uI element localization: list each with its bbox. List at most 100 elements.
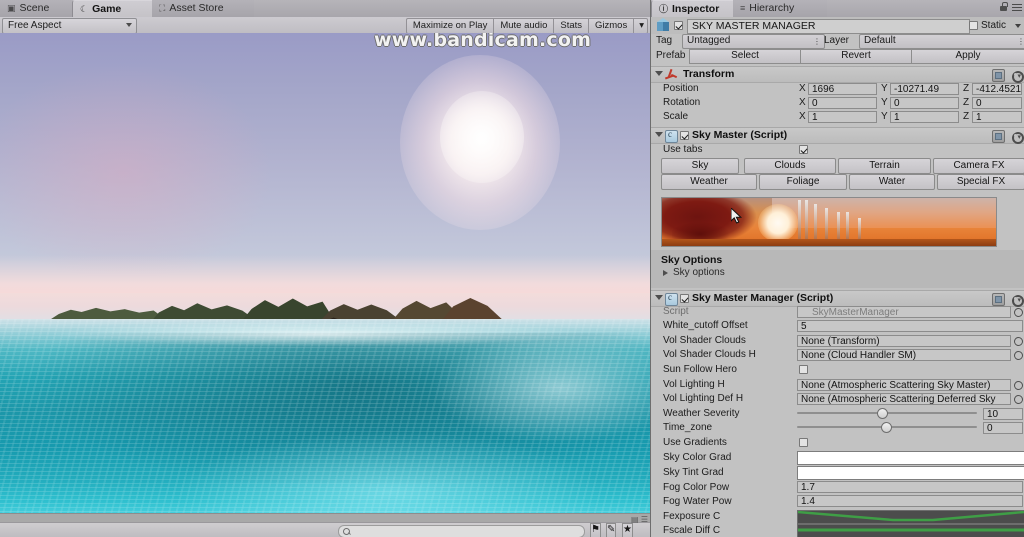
clouds-tab-button[interactable]: Clouds xyxy=(744,158,836,174)
gear-icon-3[interactable]: ▾ xyxy=(1010,293,1024,307)
bandicam-watermark: www.bandicam.com xyxy=(374,33,592,51)
foldout-arrow-icon-3[interactable] xyxy=(655,295,663,300)
foldout-arrow-icon[interactable] xyxy=(655,71,663,76)
script-property-value[interactable]: SkyMasterManager xyxy=(797,306,1011,318)
mute-audio-button[interactable]: Mute audio xyxy=(493,18,554,34)
vol-shader-clouds-h-input[interactable]: None (Cloud Handler SM) xyxy=(797,349,1011,361)
static-checkbox[interactable] xyxy=(969,20,978,30)
gizmos-dropdown-arrow[interactable]: ▾ xyxy=(633,18,648,34)
vol-shader-clouds-input[interactable]: None (Transform) xyxy=(797,335,1011,347)
object-header: SKY MASTER MANAGER Static xyxy=(651,17,1024,34)
fexposure-c-curve[interactable] xyxy=(797,510,1024,524)
gizmos-button[interactable]: Gizmos xyxy=(588,18,634,34)
object-picker-icon[interactable] xyxy=(1014,307,1023,317)
vol-lighting-h-input[interactable]: None (Atmospheric Scattering Sky Master) xyxy=(797,379,1011,391)
position-y-input[interactable]: -10271.49 xyxy=(890,83,959,95)
object-picker-icon-4[interactable] xyxy=(1014,380,1023,390)
tag-dropdown[interactable]: Untagged ⋮ xyxy=(682,34,825,49)
weather-severity-value[interactable]: 10 xyxy=(983,408,1023,420)
preview-light-shaft-5 xyxy=(837,212,840,240)
sky-color-grad-field[interactable] xyxy=(797,451,1024,465)
special-fx-tab-button[interactable]: Special FX xyxy=(937,174,1024,190)
fog-water-pow-input[interactable]: 1.4 xyxy=(797,495,1023,507)
time-zone-value[interactable]: 0 xyxy=(983,422,1023,434)
white-cutoff-offset-label: White_cutoff Offset xyxy=(663,320,748,331)
use-tabs-checkbox[interactable] xyxy=(799,145,808,157)
sun-follow-hero-label: Sun Follow Hero xyxy=(663,364,737,375)
weather-tab-button[interactable]: Weather xyxy=(661,174,757,190)
transform-scale-row: Scale X 1 Y 1 Z 1 xyxy=(651,110,1024,124)
scale-y-input[interactable]: 1 xyxy=(890,111,959,123)
rotation-y-input[interactable]: 0 xyxy=(890,97,959,109)
lock-icon[interactable] xyxy=(1000,2,1008,11)
static-dropdown-icon[interactable] xyxy=(1015,24,1021,28)
fog-color-pow-input[interactable]: 1.7 xyxy=(797,481,1023,493)
fscale-diff-c-curve[interactable] xyxy=(797,524,1024,537)
scale-z-input[interactable]: 1 xyxy=(972,111,1022,123)
sky-tint-grad-field[interactable] xyxy=(797,466,1024,480)
foliage-tab-button[interactable]: Foliage xyxy=(759,174,847,190)
transform-component-header[interactable]: Transform ▾ xyxy=(651,66,1024,83)
layer-dropdown[interactable]: Default ⋮ xyxy=(859,34,1024,49)
rotation-x-input[interactable]: 0 xyxy=(808,97,877,109)
tab-asset-store[interactable]: ⛶ Asset Store xyxy=(152,0,254,17)
sky-tab-button[interactable]: Sky xyxy=(661,158,739,174)
maximize-on-play-button[interactable]: Maximize on Play xyxy=(405,18,494,34)
gear-icon-2[interactable]: ▾ xyxy=(1010,130,1024,144)
sky-tint-grad-label: Sky Tint Grad xyxy=(663,467,724,478)
position-x-input[interactable]: 1696 xyxy=(808,83,877,95)
reference-book-icon[interactable] xyxy=(992,69,1005,82)
foldout-arrow-icon-2[interactable] xyxy=(655,132,663,137)
hamburger-menu-icon[interactable] xyxy=(1012,4,1022,11)
game-toolbar: Free Aspect Maximize on Play Mute audio … xyxy=(0,17,650,34)
white-cutoff-offset-input[interactable]: 5 xyxy=(797,320,1023,332)
rotation-z-input[interactable]: 0 xyxy=(972,97,1022,109)
object-picker-icon-5[interactable] xyxy=(1014,394,1023,404)
weather-severity-slider[interactable] xyxy=(797,407,977,419)
use-gradients-checkbox[interactable] xyxy=(799,438,808,450)
project-search-input[interactable] xyxy=(338,525,585,537)
game-tab-strip: ▣ Scene ☾ Game ⛶ Asset Store xyxy=(0,0,650,18)
project-label-button[interactable]: ✎ xyxy=(606,523,617,537)
terrain-tab-button[interactable]: Terrain xyxy=(838,158,931,174)
object-picker-icon-3[interactable] xyxy=(1014,350,1023,360)
sun-core xyxy=(440,91,524,183)
sky-options-foldout-icon[interactable] xyxy=(663,270,668,276)
object-picker-icon-2[interactable] xyxy=(1014,336,1023,346)
stats-button[interactable]: Stats xyxy=(553,18,589,34)
prefab-select-button[interactable]: Select xyxy=(689,49,801,64)
tab-inspector[interactable]: ⓘ Inspector xyxy=(651,0,745,18)
tab-game[interactable]: ☾ Game xyxy=(72,0,162,18)
prefab-apply-button[interactable]: Apply xyxy=(911,49,1024,64)
sky-preview-image xyxy=(661,197,997,247)
preview-light-shaft-2 xyxy=(805,200,808,240)
preview-light-shaft-1 xyxy=(798,200,801,240)
axis-x-label-3: X xyxy=(799,111,806,122)
preview-light-shaft-4 xyxy=(825,208,828,240)
vol-lighting-def-h-input[interactable]: None (Atmospheric Scattering Deferred Sk… xyxy=(797,393,1011,405)
object-enabled-checkbox[interactable] xyxy=(674,20,683,30)
sun-follow-hero-checkbox[interactable] xyxy=(799,365,808,377)
aspect-ratio-dropdown[interactable]: Free Aspect xyxy=(2,18,137,34)
prefab-revert-button[interactable]: Revert xyxy=(800,49,912,64)
position-z-input[interactable]: -412.4521 xyxy=(972,83,1022,95)
sky-color-grad-label: Sky Color Grad xyxy=(663,452,732,463)
reference-book-icon-2[interactable] xyxy=(992,130,1005,143)
sky-options-foldout-label[interactable]: Sky options xyxy=(673,267,725,278)
property-row-fexposure-c: Fexposure C xyxy=(651,510,1024,524)
scale-x-input[interactable]: 1 xyxy=(808,111,877,123)
project-favorite-button[interactable]: ★ xyxy=(622,523,633,537)
chevron-updown-icon-2: ⋮ xyxy=(1017,37,1024,46)
project-panel-menu-icon[interactable]: ▤ ☰ xyxy=(631,515,648,524)
project-filter-button[interactable]: ⚑ xyxy=(590,523,601,537)
camera-fx-tab-button[interactable]: Camera FX xyxy=(933,158,1024,174)
tab-hierarchy[interactable]: ≡ Hierarchy xyxy=(733,0,827,17)
transform-position-row: Position X 1696 Y -10271.49 Z -412.4521 xyxy=(651,82,1024,96)
sky-master-enabled-checkbox[interactable] xyxy=(680,131,689,143)
object-name-input[interactable]: SKY MASTER MANAGER xyxy=(687,19,970,34)
time-zone-slider[interactable] xyxy=(797,421,977,433)
game-viewport[interactable]: www.bandicam.com xyxy=(0,33,650,513)
water-tab-button[interactable]: Water xyxy=(849,174,935,190)
sky-master-component-header[interactable]: Sky Master (Script) ▾ xyxy=(651,127,1024,144)
gear-icon[interactable]: ▾ xyxy=(1010,69,1024,83)
